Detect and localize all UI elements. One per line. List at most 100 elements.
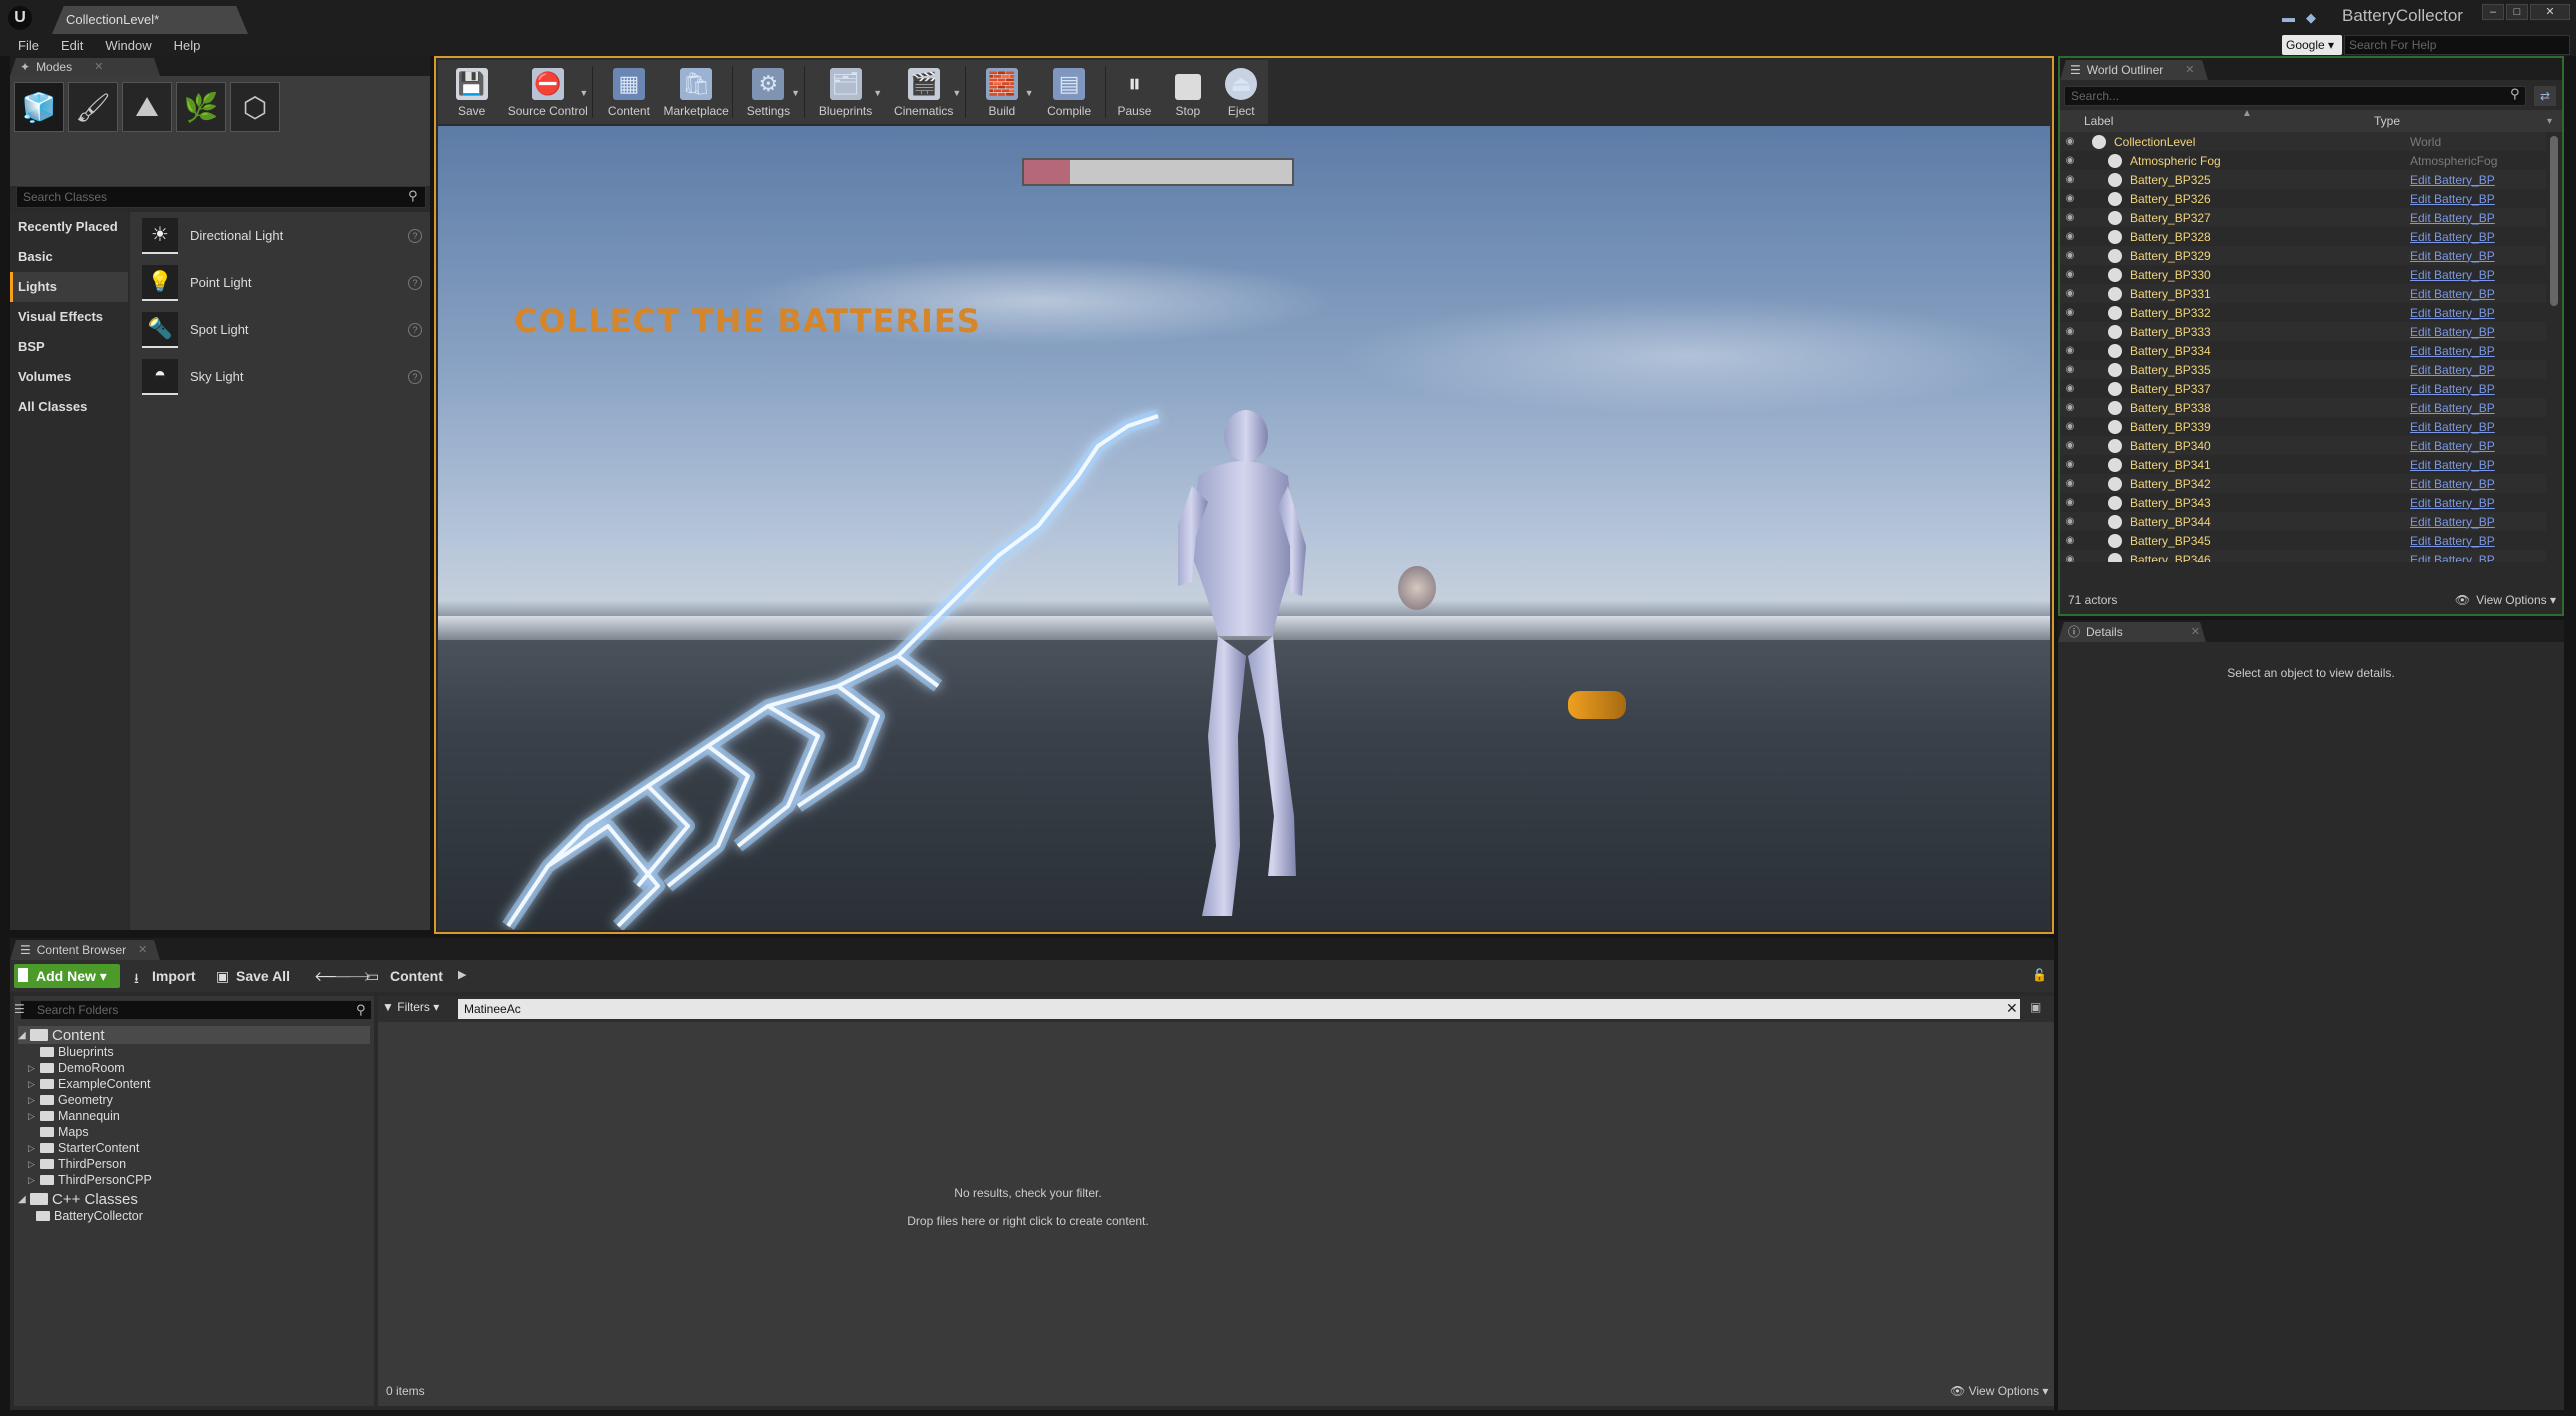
outliner-row[interactable]: ◉ Battery_BP333 Edit Battery_BP <box>2060 322 2546 341</box>
outliner-view-options[interactable]: View Options ▾ <box>2476 593 2556 607</box>
outliner-row[interactable]: ◉ Battery_BP334 Edit Battery_BP <box>2060 341 2546 360</box>
folder-item[interactable]: ▷ DemoRoom <box>18 1060 370 1076</box>
actor-type[interactable]: Edit Battery_BP <box>2410 268 2495 282</box>
outliner-row[interactable]: ◉ Battery_BP328 Edit Battery_BP <box>2060 227 2546 246</box>
close-window-button[interactable]: ✕ <box>2530 4 2570 20</box>
place-mode-icon[interactable]: 🧊 <box>14 82 64 132</box>
visibility-eye-icon[interactable]: ◉ <box>2060 516 2080 527</box>
import-button[interactable]: Import <box>152 964 196 988</box>
visibility-eye-icon[interactable]: ◉ <box>2060 136 2080 147</box>
close-icon[interactable]: ✕ <box>2185 60 2194 80</box>
eject-button[interactable]: ⏏ Eject <box>1215 60 1268 124</box>
menu-edit[interactable]: Edit <box>61 38 83 53</box>
actor-type[interactable]: Edit Battery_BP <box>2410 325 2495 339</box>
menu-file[interactable]: File <box>18 38 39 53</box>
source-control-status-icon[interactable]: ◆ <box>2306 10 2322 25</box>
actor-type[interactable]: Edit Battery_BP <box>2410 192 2495 206</box>
visibility-eye-icon[interactable]: ◉ <box>2060 174 2080 185</box>
folder-item[interactable]: ▷ ThirdPersonCPP <box>18 1172 370 1188</box>
actor-type[interactable]: Edit Battery_BP <box>2410 230 2495 244</box>
folder-item[interactable]: ▷ ThirdPerson <box>18 1156 370 1172</box>
outliner-row[interactable]: ◉ Battery_BP342 Edit Battery_BP <box>2060 474 2546 493</box>
actor-type[interactable]: Edit Battery_BP <box>2410 439 2495 453</box>
outliner-row[interactable]: ◉ Battery_BP340 Edit Battery_BP <box>2060 436 2546 455</box>
compile-button[interactable]: ▤ Compile <box>1036 60 1103 124</box>
column-label[interactable]: Label <box>2084 114 2374 128</box>
actor-type[interactable]: Edit Battery_BP <box>2410 477 2495 491</box>
collapsed-arrow-icon[interactable]: ▷ <box>28 1063 40 1074</box>
collapsed-arrow-icon[interactable]: ▷ <box>28 1079 40 1090</box>
search-engine-dropdown[interactable]: Google ▾ <box>2282 35 2342 55</box>
actor-type[interactable]: Edit Battery_BP <box>2410 249 2495 263</box>
chevron-down-icon[interactable]: ▼ <box>952 88 961 98</box>
tree-options-icon[interactable]: ☰ <box>14 1002 25 1016</box>
visibility-eye-icon[interactable]: ◉ <box>2060 383 2080 394</box>
actor-type[interactable]: Edit Battery_BP <box>2410 401 2495 415</box>
visibility-eye-icon[interactable]: ◉ <box>2060 345 2080 356</box>
tab-content-browser[interactable]: ☰ Content Browser ✕ <box>10 940 160 960</box>
outliner-row[interactable]: ◉ Battery_BP329 Edit Battery_BP <box>2060 246 2546 265</box>
actor-type[interactable]: Edit Battery_BP <box>2410 553 2495 563</box>
content-view-options[interactable]: 👁 View Options ▾ <box>1950 1384 2048 1398</box>
blueprints-button[interactable]: 🗂 Blueprints ▼ <box>807 60 884 124</box>
collapsed-arrow-icon[interactable]: ▷ <box>28 1143 40 1154</box>
minimize-button[interactable]: – <box>2482 4 2504 20</box>
game-viewport[interactable]: COLLECT THE BATTERIES <box>438 126 2050 930</box>
tree-root-content[interactable]: ◢ Content <box>18 1026 370 1044</box>
collapsed-arrow-icon[interactable]: ▷ <box>28 1175 40 1186</box>
visibility-eye-icon[interactable]: ◉ <box>2060 250 2080 261</box>
visibility-eye-icon[interactable]: ◉ <box>2060 440 2080 451</box>
settings-button[interactable]: ⚙ Settings ▼ <box>735 60 802 124</box>
placeable-sky-light[interactable]: ◓ Sky Light ? <box>130 353 430 400</box>
asset-filter-input[interactable]: MatineeAc <box>458 999 2020 1019</box>
expanded-arrow-icon[interactable]: ◢ <box>18 1030 30 1041</box>
expanded-arrow-icon[interactable]: ◢ <box>18 1194 30 1205</box>
outliner-row[interactable]: ◉ Battery_BP326 Edit Battery_BP <box>2060 189 2546 208</box>
close-icon[interactable]: ✕ <box>138 940 147 960</box>
collapsed-arrow-icon[interactable]: ▷ <box>28 1111 40 1122</box>
outliner-scrollbar[interactable] <box>2550 136 2558 306</box>
outliner-row[interactable]: ◉ Battery_BP325 Edit Battery_BP <box>2060 170 2546 189</box>
folder-item[interactable]: ▷ Geometry <box>18 1092 370 1108</box>
save-button[interactable]: 💾 Save <box>438 60 505 124</box>
build-button[interactable]: 🧱 Build ▼ <box>968 60 1035 124</box>
visibility-eye-icon[interactable]: ◉ <box>2060 421 2080 432</box>
visibility-eye-icon[interactable]: ◉ <box>2060 478 2080 489</box>
visibility-eye-icon[interactable]: ◉ <box>2060 155 2080 166</box>
chevron-right-icon[interactable]: ▶ <box>458 968 466 981</box>
menu-window[interactable]: Window <box>105 38 151 53</box>
tab-modes[interactable]: ✦ Modes ✕ <box>10 58 160 76</box>
outliner-options-button[interactable]: ⇄ <box>2534 86 2556 106</box>
outliner-row[interactable]: ◉ Battery_BP346 Edit Battery_BP <box>2060 550 2546 562</box>
save-search-icon[interactable]: ▣ <box>2030 1000 2041 1014</box>
breadcrumb[interactable]: Content <box>390 964 443 988</box>
actor-type[interactable]: Edit Battery_BP <box>2410 496 2495 510</box>
chevron-down-icon[interactable]: ▼ <box>873 88 882 98</box>
landscape-mode-icon[interactable]: ⛰ <box>122 82 172 132</box>
visibility-eye-icon[interactable]: ◉ <box>2060 402 2080 413</box>
outliner-row[interactable]: ◉ Battery_BP332 Edit Battery_BP <box>2060 303 2546 322</box>
close-icon[interactable]: ✕ <box>2191 622 2200 642</box>
help-search-input[interactable]: Search For Help <box>2344 35 2570 55</box>
add-new-button[interactable]: Add New ▾ <box>14 964 120 988</box>
collapsed-arrow-icon[interactable]: ▷ <box>28 1159 40 1170</box>
folder-item[interactable]: ▷ StarterContent <box>18 1140 370 1156</box>
actor-type[interactable]: Edit Battery_BP <box>2410 173 2495 187</box>
actor-type[interactable]: Edit Battery_BP <box>2410 458 2495 472</box>
outliner-search-input[interactable]: Search... <box>2064 86 2526 106</box>
actor-type[interactable]: Edit Battery_BP <box>2410 382 2495 396</box>
chat-icon[interactable]: ▬ <box>2282 10 2298 25</box>
outliner-row[interactable]: ◉ Battery_BP338 Edit Battery_BP <box>2060 398 2546 417</box>
chevron-down-icon[interactable]: ▼ <box>579 88 588 98</box>
chevron-down-icon[interactable]: ▼ <box>791 88 800 98</box>
visibility-eye-icon[interactable]: ◉ <box>2060 193 2080 204</box>
visibility-eye-icon[interactable]: ◉ <box>2060 212 2080 223</box>
outliner-row[interactable]: ◉ Battery_BP344 Edit Battery_BP <box>2060 512 2546 531</box>
filters-dropdown[interactable]: ▼ Filters ▾ <box>382 1000 439 1014</box>
clear-filter-icon[interactable]: ✕ <box>2006 1000 2018 1017</box>
help-icon[interactable]: ? <box>408 228 422 243</box>
category-lights[interactable]: Lights <box>10 272 128 302</box>
outliner-row[interactable]: ◉ Battery_BP331 Edit Battery_BP <box>2060 284 2546 303</box>
category-volumes[interactable]: Volumes <box>10 362 128 392</box>
chevron-down-icon[interactable]: ▼ <box>1025 88 1034 98</box>
